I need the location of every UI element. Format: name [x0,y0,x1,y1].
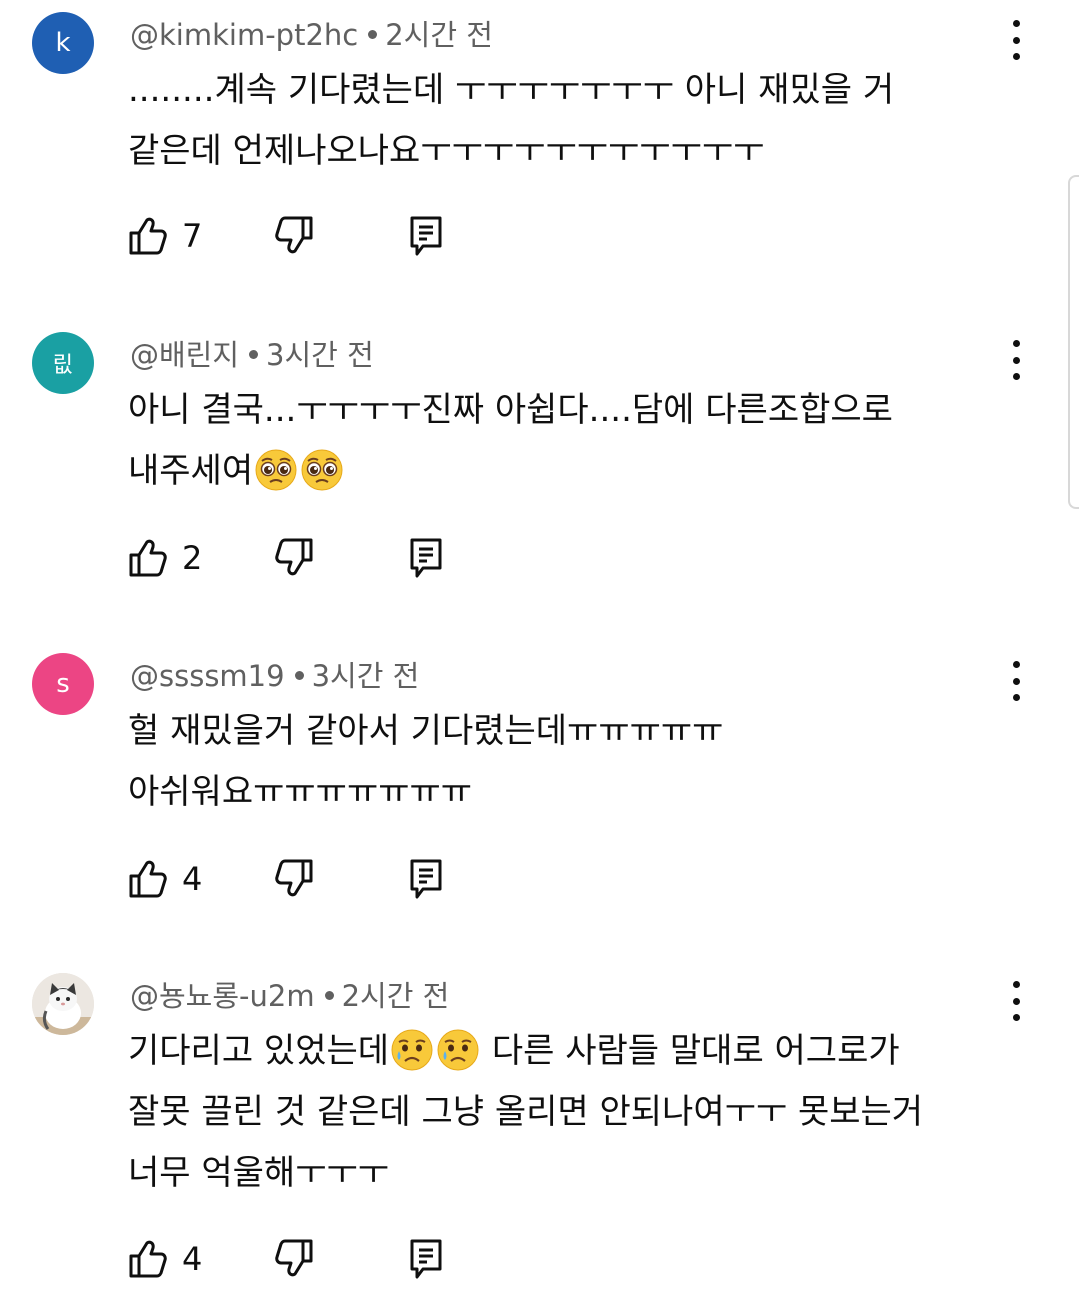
avatar[interactable]: 릾 [32,332,94,394]
reply-button[interactable] [409,1237,445,1281]
pleading-face-emoji [255,449,298,491]
avatar[interactable]: s [32,653,94,715]
separator-dot [294,671,304,680]
comment-text: 헐 재밌을거 같아서 기다렸는데ㅠㅠㅠㅠㅠ 아쉬워요ㅠㅠㅠㅠㅠㅠㅠ [128,701,988,823]
like-count: 4 [182,860,203,898]
comment-meta: @ssssm19 3시간 전 [130,659,419,693]
comment-line-text: 다른 사람들 말대로 어그로가 [481,1031,900,1071]
crying-face-emoji [391,1029,434,1071]
separator-dot [368,30,378,39]
thumb-down-icon [275,859,313,897]
comment-item: s @ssssm19 3시간 전 헐 재밌을거 같아서 기다렸는데ㅠㅠㅠㅠㅠ 아쉬워… [0,653,1079,943]
avatar-letter: 릾 [52,353,74,378]
more-vertical-icon[interactable] [1004,981,1028,1021]
avatar-letter: s [56,669,70,699]
like-button[interactable]: 4 [128,1237,202,1281]
comment-time[interactable]: 2시간 전 [385,18,493,52]
like-button[interactable]: 4 [128,857,202,901]
comment-line: 같은데 언제나오나요ㅜㅜㅜㅜㅜㅜㅜㅜㅜㅜㅜ [128,131,765,171]
comment-line-text: 기다리고 있었는데 [128,1031,390,1071]
comment-line: 잘못 끌린 것 같은데 그냥 올리면 안되나여ㅜㅜ 못보는거 [128,1092,924,1132]
like-count: 2 [182,539,203,577]
reply-button[interactable] [409,536,445,580]
comment-actions: 2 [128,536,468,580]
dislike-button[interactable] [274,214,314,258]
reply-button[interactable] [409,857,445,901]
comment-time[interactable]: 3시간 전 [312,659,420,693]
dislike-button[interactable] [274,857,314,901]
cat-photo-avatar [32,973,94,1035]
thumb-up-icon [129,539,167,577]
reply-button[interactable] [409,214,445,258]
comment-author[interactable]: @ssssm19 [130,659,285,693]
more-vertical-icon[interactable] [1004,20,1028,60]
comment-item: 릾 @배린지 3시간 전 아니 결국...ㅜㅜㅜㅜ진짜 아쉽다....담에 다른조… [0,332,1079,622]
comment-text: 기다리고 있었는데 다른 사람들 말대로 어그로가잘못 끌린 것 같은데 그냥 … [128,1021,988,1204]
avatar[interactable] [32,973,94,1035]
comment-author[interactable]: @뇽뇨롱-u2m [130,979,315,1013]
dislike-button[interactable] [274,1237,314,1281]
comment-item: @뇽뇨롱-u2m 2시간 전 기다리고 있었는데 다른 사람들 말대로 어그로가잘… [0,973,1079,1303]
comment-time[interactable]: 2시간 전 [342,979,450,1013]
like-count: 7 [182,217,203,255]
comment-line: 아쉬워요ㅠㅠㅠㅠㅠㅠㅠ [128,772,473,812]
avatar[interactable]: k [32,12,94,74]
comment-item: k @kimkim-pt2hc 2시간 전 ........계속 기다렸는데 ㅜㅜ… [0,12,1079,302]
more-vertical-icon[interactable] [1004,661,1028,701]
comment-actions: 4 [128,1237,468,1281]
comment-meta: @배린지 3시간 전 [130,338,374,372]
comment-time[interactable]: 3시간 전 [266,338,374,372]
comment-meta: @kimkim-pt2hc 2시간 전 [130,18,493,52]
like-count: 4 [182,1240,203,1278]
comment-text: 아니 결국...ㅜㅜㅜㅜ진짜 아쉽다....담에 다른조합으로내주세여 [128,380,988,502]
like-button[interactable]: 7 [128,214,202,258]
pleading-face-emoji [301,449,344,491]
thumb-down-icon [275,216,313,254]
thumb-up-icon [129,860,167,898]
comment-line: 기다리고 있었는데 다른 사람들 말대로 어그로가 [128,1021,988,1082]
reply-icon [410,1239,442,1279]
more-vertical-icon[interactable] [1004,340,1028,380]
like-button[interactable]: 2 [128,536,202,580]
comment-line: 아니 결국...ㅜㅜㅜㅜ진짜 아쉽다....담에 다른조합으로 [128,390,893,430]
comment-text: ........계속 기다렸는데 ㅜㅜㅜㅜㅜㅜㅜ 아니 재밌을 거같은데 언제나… [128,60,988,182]
thumb-down-icon [275,538,313,576]
comment-line: 내주세여 [128,441,988,502]
comment-line: ........계속 기다렸는데 ㅜㅜㅜㅜㅜㅜㅜ 아니 재밌을 거 [128,70,895,110]
thumb-up-icon [129,217,167,255]
comment-actions: 4 [128,857,468,901]
comment-line-text: 내주세여 [128,451,254,491]
comment-line: 헐 재밌을거 같아서 기다렸는데ㅠㅠㅠㅠㅠ [128,711,724,751]
reply-icon [410,216,442,256]
thumb-down-icon [275,1239,313,1277]
comment-author[interactable]: @배린지 [130,338,239,372]
reply-icon [410,538,442,578]
reply-icon [410,859,442,899]
comment-actions: 7 [128,214,468,258]
comment-author[interactable]: @kimkim-pt2hc [130,18,358,52]
crying-face-emoji [437,1029,480,1071]
avatar-letter: k [55,28,71,58]
comment-meta: @뇽뇨롱-u2m 2시간 전 [130,979,449,1013]
dislike-button[interactable] [274,536,314,580]
separator-dot [324,991,334,1000]
comment-line: 너무 억울해ㅜㅜㅜ [128,1153,390,1193]
separator-dot [249,350,259,359]
thumb-up-icon [129,1240,167,1278]
